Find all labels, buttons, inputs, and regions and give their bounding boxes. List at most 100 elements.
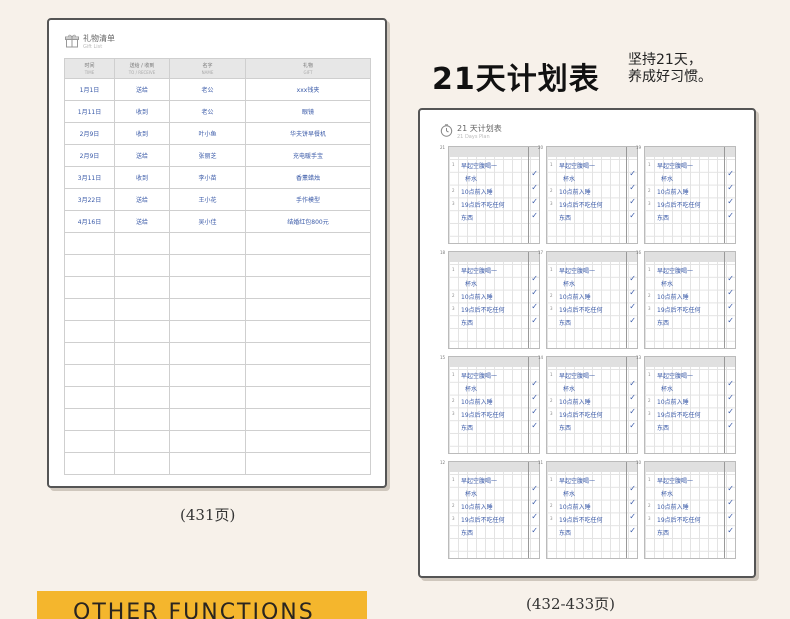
table-cell bbox=[169, 430, 246, 453]
task-number: 1 bbox=[648, 372, 651, 377]
check-icon: ✓ bbox=[727, 526, 734, 535]
task-text: 早起空腹喝一 bbox=[559, 373, 596, 380]
check-icon: ✓ bbox=[727, 169, 734, 178]
check-icon: ✓ bbox=[629, 211, 636, 220]
table-cell: 3月22日 bbox=[64, 188, 115, 211]
task-text: 早起空腹喝一 bbox=[461, 163, 498, 170]
task-text: 东西 bbox=[559, 530, 572, 537]
task-text: 19点后不吃任何 bbox=[559, 517, 603, 524]
task-number: 1 bbox=[550, 372, 553, 377]
empty-table-row bbox=[64, 276, 371, 299]
table-cell: 眼镜 bbox=[245, 100, 371, 123]
banner-text: OTHER FUNCTIONS bbox=[73, 600, 315, 619]
column-header-label: 时间 bbox=[84, 62, 95, 69]
task-number: 1 bbox=[550, 162, 553, 167]
table-cell bbox=[64, 386, 115, 409]
gift-list-header: 礼物清单 Gift List bbox=[65, 34, 115, 56]
day-card: 15 早起空腹喝一 杯水 10点前入睡 19点后不吃任何 东西 1 2 3 ✓ ✓ ✓ ✓ bbox=[440, 355, 540, 454]
caption-right: (432-433页) bbox=[526, 595, 616, 613]
table-cell bbox=[245, 320, 371, 343]
table-cell bbox=[245, 452, 371, 475]
table-cell bbox=[169, 320, 246, 343]
plan-slogan: 坚持21天， 养成好习惯。 bbox=[628, 52, 712, 86]
check-icon: ✓ bbox=[531, 484, 538, 493]
day-card: 18 早起空腹喝一 杯水 10点前入睡 19点后不吃任何 东西 1 2 3 ✓ ✓ ✓ ✓ bbox=[440, 250, 540, 349]
task-text: 东西 bbox=[657, 425, 670, 432]
task-number: 1 bbox=[550, 477, 553, 482]
task-text: 早起空腹喝一 bbox=[461, 478, 498, 485]
column-header: 时间 TIME bbox=[64, 58, 115, 79]
check-icon: ✓ bbox=[531, 169, 538, 178]
task-text: 杯水 bbox=[563, 386, 576, 393]
table-row: 2月9日 送给 张丽芝 充电暖手宝 bbox=[64, 144, 371, 167]
day-number: 15 bbox=[440, 355, 446, 360]
column-header-sublabel: TO / RECEIVE bbox=[128, 69, 156, 75]
table-cell bbox=[114, 430, 170, 453]
caption-left: (431页) bbox=[180, 506, 236, 524]
empty-table-row bbox=[64, 342, 371, 365]
table-row: 3月22日 送给 王小花 手作模型 bbox=[64, 188, 371, 211]
check-icon: ✓ bbox=[629, 484, 636, 493]
check-icon: ✓ bbox=[727, 302, 734, 311]
day-number: 21 bbox=[440, 145, 446, 150]
task-text: 19点后不吃任何 bbox=[559, 307, 603, 314]
check-icon: ✓ bbox=[727, 183, 734, 192]
task-number: 3 bbox=[648, 306, 651, 311]
table-cell bbox=[114, 320, 170, 343]
table-cell bbox=[169, 342, 246, 365]
day-card-header bbox=[645, 462, 735, 472]
task-text: 早起空腹喝一 bbox=[461, 373, 498, 380]
table-row: 1月1日 送给 老公 xxx钱夹 bbox=[64, 78, 371, 101]
day-card: 17 早起空腹喝一 杯水 10点前入睡 19点后不吃任何 东西 1 2 3 ✓ ✓ ✓ ✓ bbox=[538, 250, 638, 349]
table-cell bbox=[245, 232, 371, 255]
table-cell: 老公 bbox=[169, 100, 246, 123]
table-cell: 张丽芝 bbox=[169, 144, 246, 167]
task-text: 10点前入睡 bbox=[657, 504, 689, 511]
gift-list-table: 时间 TIME 送给 / 收到 TO / RECEIVE 名字 NAME 礼物 GIFT 1月… bbox=[64, 58, 371, 475]
check-icon: ✓ bbox=[727, 379, 734, 388]
task-number: 2 bbox=[452, 293, 455, 298]
days-plan-header: 21 天计划表 21 Days Plan bbox=[440, 124, 502, 141]
table-cell: 收到 bbox=[114, 100, 170, 123]
table-cell bbox=[245, 276, 371, 299]
task-text: 10点前入睡 bbox=[461, 189, 493, 196]
task-number: 3 bbox=[452, 306, 455, 311]
check-icon: ✓ bbox=[629, 407, 636, 416]
check-icon: ✓ bbox=[727, 316, 734, 325]
table-cell bbox=[245, 254, 371, 277]
task-number: 3 bbox=[648, 516, 651, 521]
table-cell bbox=[114, 452, 170, 475]
days-plan-subtitle: 21 Days Plan bbox=[457, 134, 490, 140]
check-icon: ✓ bbox=[531, 393, 538, 402]
task-text: 早起空腹喝一 bbox=[559, 163, 596, 170]
check-icon: ✓ bbox=[629, 526, 636, 535]
table-cell bbox=[114, 408, 170, 431]
task-text: 东西 bbox=[461, 425, 474, 432]
column-header-sublabel: TIME bbox=[84, 69, 95, 75]
gift-icon bbox=[65, 34, 79, 48]
check-icon: ✓ bbox=[629, 379, 636, 388]
check-column bbox=[724, 252, 735, 348]
table-cell: 吴小佳 bbox=[169, 210, 246, 233]
check-icon: ✓ bbox=[727, 512, 734, 521]
table-cell: xxx钱夹 bbox=[245, 78, 371, 101]
check-icon: ✓ bbox=[531, 211, 538, 220]
table-cell bbox=[169, 298, 246, 321]
days-plan-page: 21 天计划表 21 Days Plan 21 早起空腹喝一 杯水 10点前入睡 19点… bbox=[418, 108, 756, 578]
task-text: 东西 bbox=[461, 320, 474, 327]
task-number: 1 bbox=[550, 267, 553, 272]
table-cell: 送给 bbox=[114, 210, 170, 233]
table-cell: 1月1日 bbox=[64, 78, 115, 101]
task-number: 2 bbox=[452, 398, 455, 403]
empty-table-row bbox=[64, 452, 371, 475]
table-cell: 送给 bbox=[114, 144, 170, 167]
task-text: 19点后不吃任何 bbox=[657, 517, 701, 524]
table-cell bbox=[169, 386, 246, 409]
task-number: 1 bbox=[452, 372, 455, 377]
check-icon: ✓ bbox=[727, 288, 734, 297]
check-column bbox=[724, 357, 735, 453]
table-cell: 送给 bbox=[114, 188, 170, 211]
task-text: 杯水 bbox=[661, 491, 674, 498]
table-cell bbox=[169, 276, 246, 299]
day-card-header bbox=[547, 252, 637, 262]
